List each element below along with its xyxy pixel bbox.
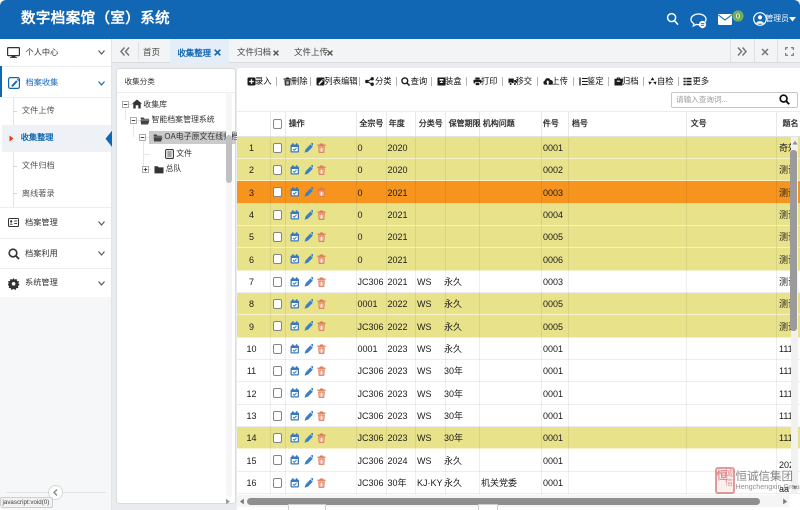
svg-text:0: 0 bbox=[735, 11, 739, 20]
